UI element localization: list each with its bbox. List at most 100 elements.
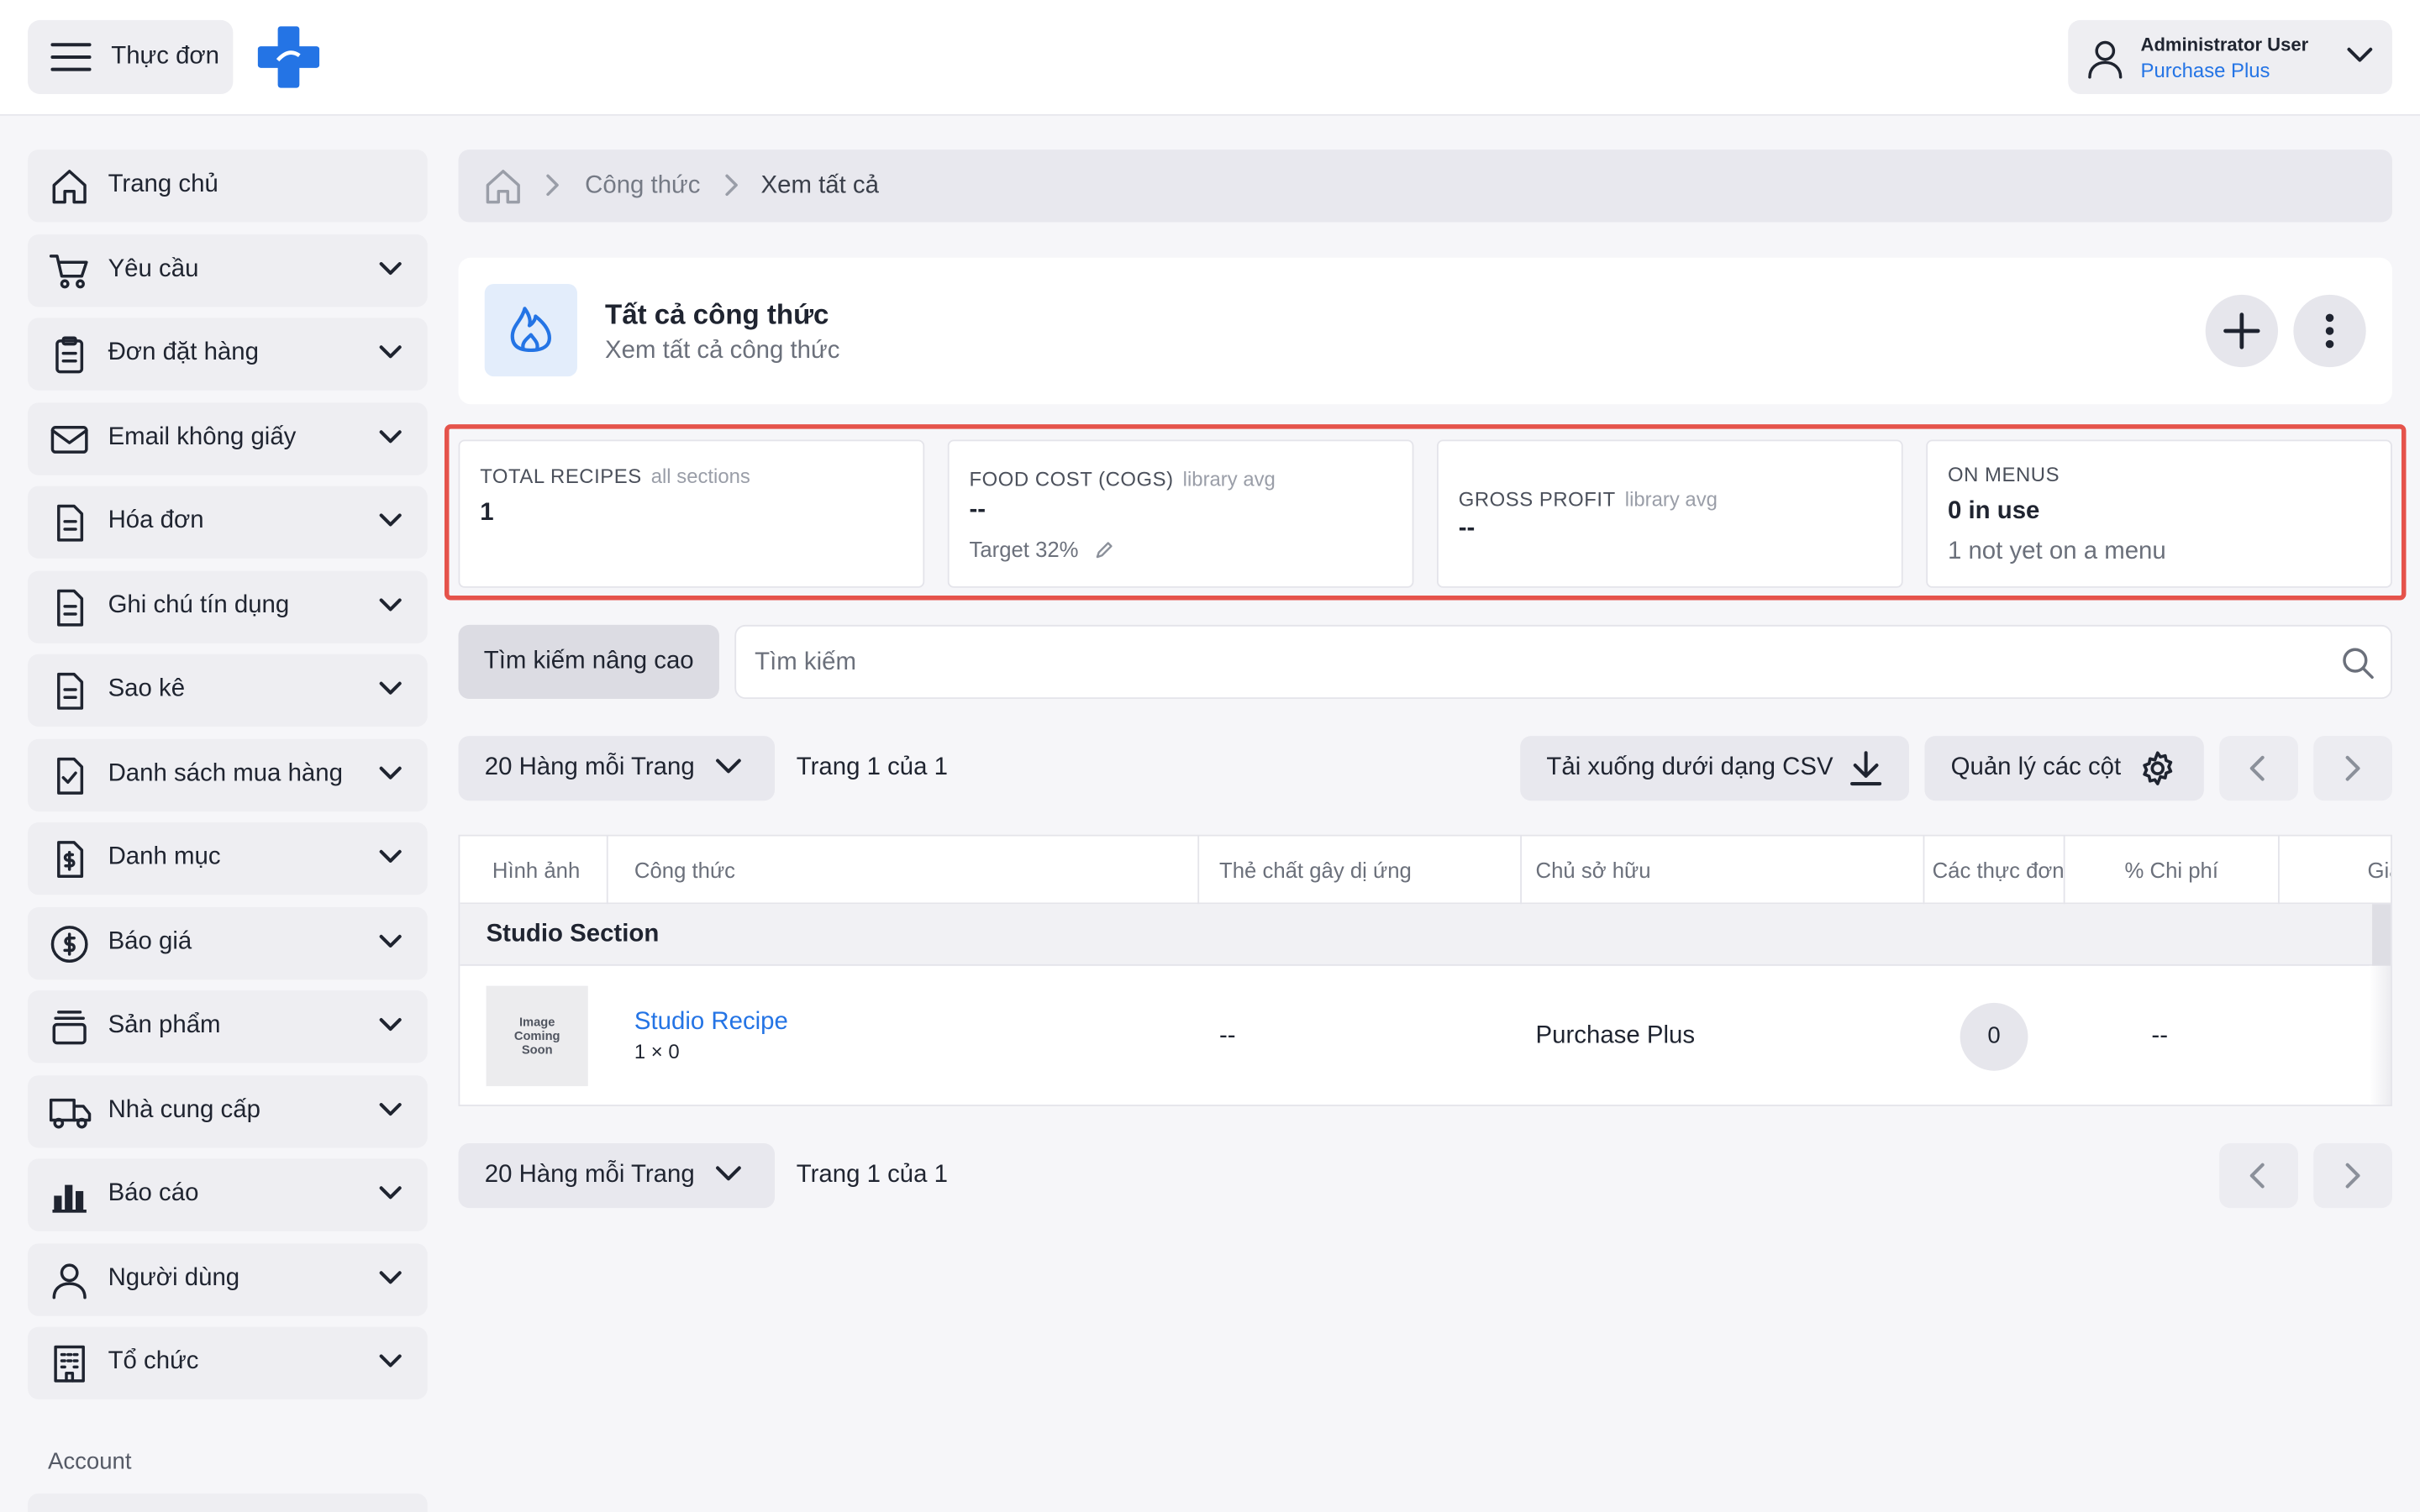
page-subtitle: Xem tất cả công thức xyxy=(604,338,840,365)
stat-label: ON MENUS xyxy=(1947,463,2060,486)
sidebar-item-label: Danh mục xyxy=(108,843,221,870)
previous-page-button-bottom[interactable] xyxy=(2219,1143,2298,1209)
building-icon xyxy=(50,1344,90,1384)
column-header-price[interactable]: Giá xyxy=(2280,837,2391,905)
rows-per-page-label: 20 Hàng mỗi Trang xyxy=(484,1162,695,1189)
home-icon[interactable] xyxy=(483,166,523,207)
menu-toggle-button[interactable]: Thực đơn xyxy=(28,19,234,95)
sidebar-item-label: Sao kê xyxy=(108,675,186,702)
chevron-down-icon xyxy=(378,1352,402,1370)
more-options-button[interactable] xyxy=(2293,294,2366,368)
stat-gross-profit: GROSS PROFIT library avg -- xyxy=(1436,439,1903,588)
manage-columns-label: Quản lý các cột xyxy=(1950,754,2122,781)
manage-columns-button[interactable]: Quản lý các cột xyxy=(1924,736,2204,801)
previous-page-button[interactable] xyxy=(2219,736,2298,801)
sidebar-item-label: Hóa đơn xyxy=(108,507,204,534)
chevron-down-icon xyxy=(378,679,402,697)
sidebar-item-home[interactable]: Trang chủ xyxy=(28,150,428,223)
stat-on-menus: ON MENUS 0 in use 1 not yet on a menu xyxy=(1926,439,2392,588)
column-header-cost-percent[interactable]: % Chi phí xyxy=(2065,836,2280,905)
stat-label: FOOD COST (COGS) library avg xyxy=(969,467,1276,491)
pencil-icon[interactable] xyxy=(1094,540,1114,560)
truck-icon xyxy=(49,1092,92,1132)
stack-icon xyxy=(50,1007,90,1047)
column-header-menus[interactable]: Các thực đơn xyxy=(1924,836,2065,905)
sidebar-item-organizations[interactable]: Tổ chức xyxy=(28,1326,428,1399)
table-section-row: Studio Section xyxy=(460,904,2391,966)
search-field xyxy=(734,624,2392,700)
rows-per-page-select[interactable]: 20 Hàng mỗi Trang xyxy=(458,736,776,801)
cart-icon xyxy=(49,251,90,291)
sidebar-item-reports[interactable]: Báo cáo xyxy=(28,1158,428,1231)
breadcrumb-recipes[interactable]: Công thức xyxy=(585,173,700,201)
user-menu[interactable]: Administrator User Purchase Plus xyxy=(2068,19,2392,95)
user-icon xyxy=(2086,39,2123,79)
sidebar-item-catalogs[interactable]: Danh mục xyxy=(28,822,428,895)
column-header-recipe[interactable]: Công thức xyxy=(608,836,1200,905)
column-header-allergens[interactable]: Thẻ chất gây dị ứng xyxy=(1199,836,1523,905)
menus-count-badge[interactable]: 0 xyxy=(1960,1002,2028,1071)
chevron-down-icon xyxy=(378,764,402,782)
sidebar-item-requisitions[interactable]: Yêu cầu xyxy=(28,234,428,307)
sidebar-item-suppliers[interactable]: Nhà cung cấp xyxy=(28,1075,428,1148)
stat-total-recipes: TOTAL RECIPES all sections 1 xyxy=(458,439,925,588)
document-icon xyxy=(50,671,90,711)
chevron-down-icon xyxy=(378,260,402,278)
owner-cell: Purchase Plus xyxy=(1535,1022,1696,1049)
clipboard-icon xyxy=(50,335,90,375)
recipe-image-placeholder: Image Coming Soon xyxy=(486,985,588,1087)
rows-per-page-select-bottom[interactable]: 20 Hàng mỗi Trang xyxy=(458,1143,776,1209)
column-header-owner[interactable]: Chủ sở hữu xyxy=(1522,836,1925,905)
breadcrumb: Công thức Xem tất cả xyxy=(458,150,2392,223)
scroll-shadow xyxy=(2372,904,2391,966)
page-indicator-bottom: Trang 1 của 1 xyxy=(796,1162,949,1189)
sidebar-item-invoices[interactable]: Hóa đơn xyxy=(28,486,428,559)
scroll-shadow xyxy=(2369,965,2391,1105)
sidebar-item-label: Sản phẩm xyxy=(108,1011,221,1039)
document-icon xyxy=(50,588,90,628)
sidebar-item-label: Yêu cầu xyxy=(108,255,199,283)
flame-icon xyxy=(484,283,577,377)
food-cost-target[interactable]: Target 32% xyxy=(969,537,1114,562)
sidebar-item-purchase-orders[interactable]: Đơn đặt hàng xyxy=(28,318,428,391)
stat-label: GROSS PROFIT library avg xyxy=(1458,487,1718,511)
cost-percent-cell: -- xyxy=(2151,1022,2168,1049)
chevron-down-icon xyxy=(378,932,402,950)
recipe-link[interactable]: Studio Recipe xyxy=(634,1009,788,1037)
search-icon[interactable] xyxy=(2341,647,2375,680)
chevron-right-icon xyxy=(544,174,560,197)
sidebar-item-products[interactable]: Sản phẩm xyxy=(28,990,428,1063)
chevron-down-icon xyxy=(378,1268,402,1287)
add-recipe-button[interactable] xyxy=(2205,294,2279,368)
sidebar-item-label: Người dùng xyxy=(108,1265,240,1292)
next-page-button-bottom[interactable] xyxy=(2313,1143,2392,1209)
sidebar-item-statements[interactable]: Sao kê xyxy=(28,654,428,727)
recipe-yield: 1 × 0 xyxy=(634,1039,680,1063)
breadcrumb-view-all: Xem tất cả xyxy=(760,172,879,199)
sidebar-item-quotes[interactable]: Báo giá xyxy=(28,906,428,980)
section-label: Studio Section xyxy=(486,921,660,948)
dollar-document-icon xyxy=(50,839,90,879)
sidebar-item-users[interactable]: Người dùng xyxy=(28,1243,428,1316)
allergens-cell: -- xyxy=(1219,1022,1236,1049)
sidebar-item-account[interactable] xyxy=(28,1493,428,1512)
sidebar-item-buy-lists[interactable]: Danh sách mua hàng xyxy=(28,738,428,812)
next-page-button[interactable] xyxy=(2313,736,2392,801)
sidebar-item-credit-notes[interactable]: Ghi chú tín dụng xyxy=(28,570,428,643)
stat-label: TOTAL RECIPES all sections xyxy=(480,464,750,488)
chevron-down-icon xyxy=(378,343,402,361)
top-bar: Thực đơn Administrator User Purchase Plu… xyxy=(0,0,2420,116)
advanced-search-button[interactable]: Tìm kiếm nâng cao xyxy=(458,624,719,700)
download-csv-button[interactable]: Tải xuống dưới dạng CSV xyxy=(1520,736,1910,801)
stat-value: -- xyxy=(969,496,986,523)
search-input[interactable] xyxy=(755,644,2298,682)
app-logo[interactable] xyxy=(257,26,320,88)
checklist-icon xyxy=(50,756,90,796)
sidebar-item-paperless-email[interactable]: Email không giấy xyxy=(28,402,428,475)
chevron-down-icon xyxy=(2346,46,2374,65)
page-indicator: Trang 1 của 1 xyxy=(796,754,949,781)
stat-value: -- xyxy=(1458,515,1476,542)
column-header-image[interactable]: Hình ảnh xyxy=(460,836,608,905)
document-icon xyxy=(50,503,90,543)
page-header: Tất cả công thức Xem tất cả công thức xyxy=(458,257,2392,405)
